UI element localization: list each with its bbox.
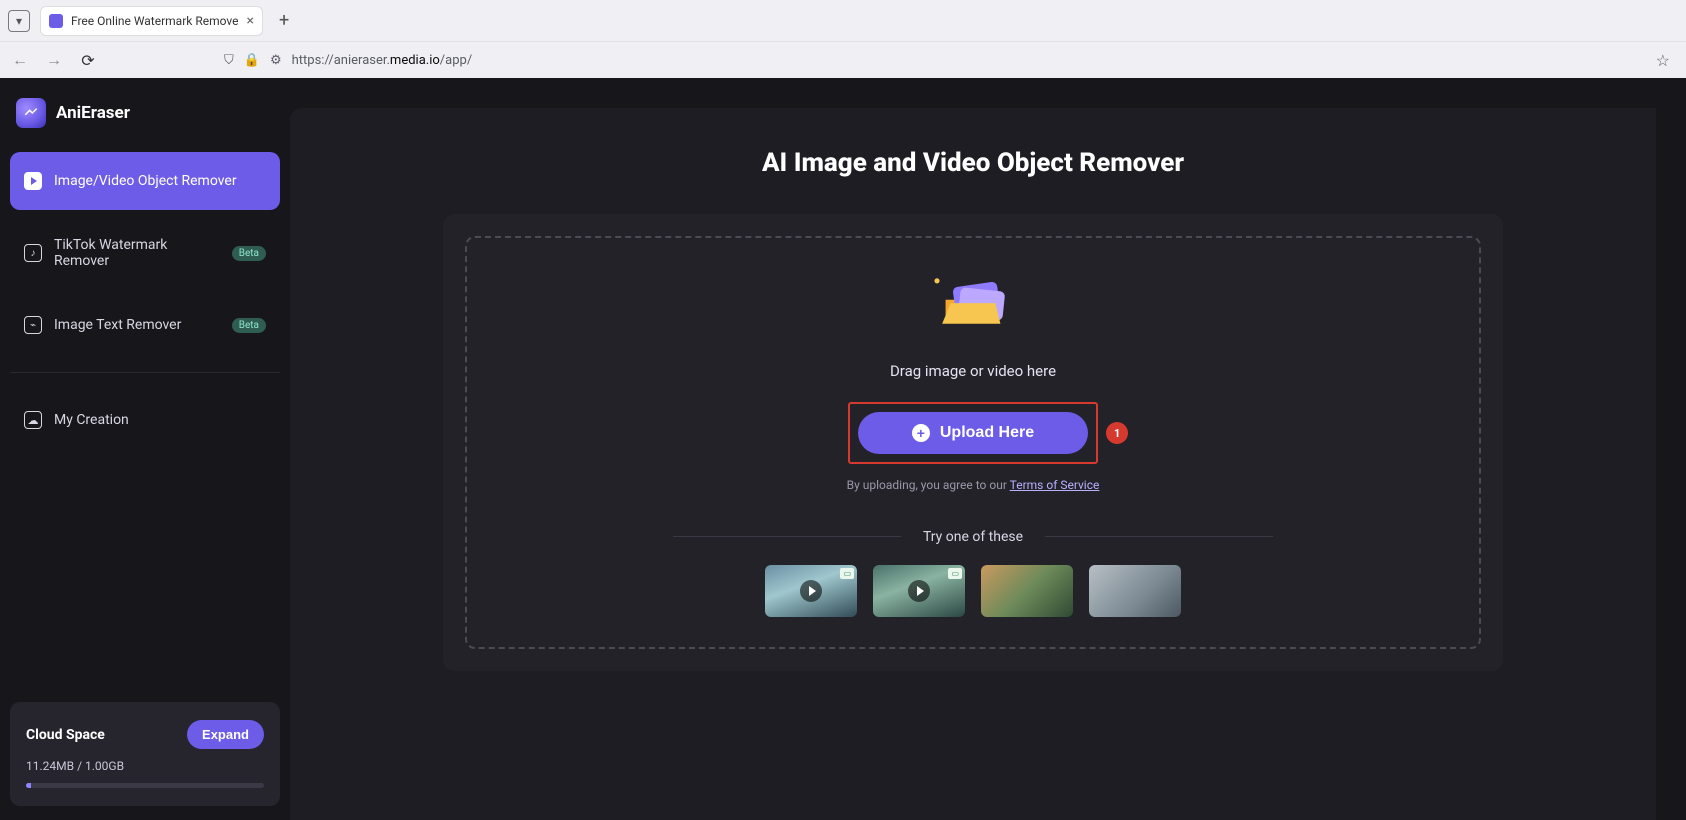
reload-button[interactable]: ⟳ [78, 51, 98, 70]
url-text: https://anieraser.media.io/app/ [292, 53, 473, 68]
try-separator: Try one of these [673, 526, 1273, 545]
tab-title: Free Online Watermark Remove [71, 14, 238, 28]
play-icon [24, 172, 42, 190]
plus-icon: + [912, 424, 930, 442]
image-icon [24, 316, 42, 334]
sample-thumb-2[interactable]: ▭ [873, 565, 965, 617]
browser-tab[interactable]: Free Online Watermark Remove × [40, 6, 263, 36]
upload-button[interactable]: + Upload Here [858, 412, 1088, 454]
sidebar-item-object-remover[interactable]: Image/Video Object Remover [10, 152, 280, 210]
logo-icon [16, 98, 46, 128]
beta-badge: Beta [232, 318, 266, 333]
drag-hint-text: Drag image or video here [890, 362, 1056, 380]
folder-upload-icon [930, 274, 1016, 334]
sidebar-item-text-remover[interactable]: Image Text Remover Beta [10, 296, 280, 354]
dropzone[interactable]: Drag image or video here + Upload Here 1… [465, 236, 1481, 649]
sample-row: ▭ ▭ [765, 565, 1181, 617]
beta-badge: Beta [232, 246, 266, 261]
url-box[interactable]: ⛉ 🔒 ⚙ https://anieraser.media.io/app/ [212, 45, 1626, 75]
sample-thumb-3[interactable] [981, 565, 1073, 617]
upload-button-label: Upload Here [940, 424, 1034, 442]
page-title: AI Image and Video Object Remover [320, 148, 1626, 178]
watermark-chip-icon: ▭ [840, 568, 854, 579]
expand-button[interactable]: Expand [187, 720, 264, 749]
main-area: AI Image and Video Object Remover Drag i… [290, 78, 1686, 820]
sidebar-item-label: My Creation [54, 412, 266, 428]
tab-strip: ▾ Free Online Watermark Remove × + [0, 0, 1686, 41]
shield-icon[interactable]: ⛉ [224, 53, 234, 68]
cloud-icon [24, 411, 42, 429]
window-menu-icon[interactable]: ▾ [8, 10, 30, 32]
annotation-frame: + Upload Here [848, 402, 1098, 464]
app-logo[interactable]: AniEraser [10, 92, 280, 152]
bookmark-star-icon[interactable]: ☆ [1650, 51, 1676, 70]
sidebar-item-my-creation[interactable]: My Creation [10, 391, 280, 449]
close-tab-icon[interactable]: × [246, 13, 253, 29]
annotation-badge: 1 [1106, 422, 1128, 444]
music-note-icon [24, 244, 42, 262]
sidebar-item-label: Image/Video Object Remover [54, 173, 266, 189]
browser-chrome: ▾ Free Online Watermark Remove × + ← → ⟳… [0, 0, 1686, 78]
permissions-icon[interactable]: ⚙ [270, 53, 282, 68]
new-tab-button[interactable]: + [273, 10, 295, 31]
cloud-space-usage: 11.24MB / 1.00GB [26, 759, 264, 773]
sidebar-item-tiktok-remover[interactable]: TikTok Watermark Remover Beta [10, 224, 280, 282]
lock-icon[interactable]: 🔒 [244, 53, 260, 68]
favicon-icon [49, 14, 63, 28]
cloud-space-card: Cloud Space Expand 11.24MB / 1.00GB [10, 702, 280, 806]
forward-button[interactable]: → [44, 50, 64, 70]
app-root: AniEraser Image/Video Object Remover Tik… [0, 78, 1686, 820]
back-button[interactable]: ← [10, 50, 30, 70]
cloud-space-title: Cloud Space [26, 727, 105, 743]
tos-text: By uploading, you agree to our Terms of … [847, 478, 1100, 492]
play-overlay-icon [908, 580, 930, 602]
sample-thumb-4[interactable] [1089, 565, 1181, 617]
sample-thumb-1[interactable]: ▭ [765, 565, 857, 617]
play-overlay-icon [800, 580, 822, 602]
cloud-space-progress [26, 783, 264, 788]
sidebar-item-label: TikTok Watermark Remover [54, 237, 220, 269]
dropzone-container: Drag image or video here + Upload Here 1… [443, 214, 1503, 671]
app-name: AniEraser [56, 103, 130, 123]
sidebar-divider [10, 372, 280, 373]
sidebar-item-label: Image Text Remover [54, 317, 220, 333]
tos-link[interactable]: Terms of Service [1010, 478, 1100, 492]
sidebar: AniEraser Image/Video Object Remover Tik… [0, 78, 290, 820]
address-bar: ← → ⟳ ⛉ 🔒 ⚙ https://anieraser.media.io/a… [0, 41, 1686, 78]
watermark-chip-icon: ▭ [948, 568, 962, 579]
main-panel: AI Image and Video Object Remover Drag i… [290, 108, 1656, 820]
